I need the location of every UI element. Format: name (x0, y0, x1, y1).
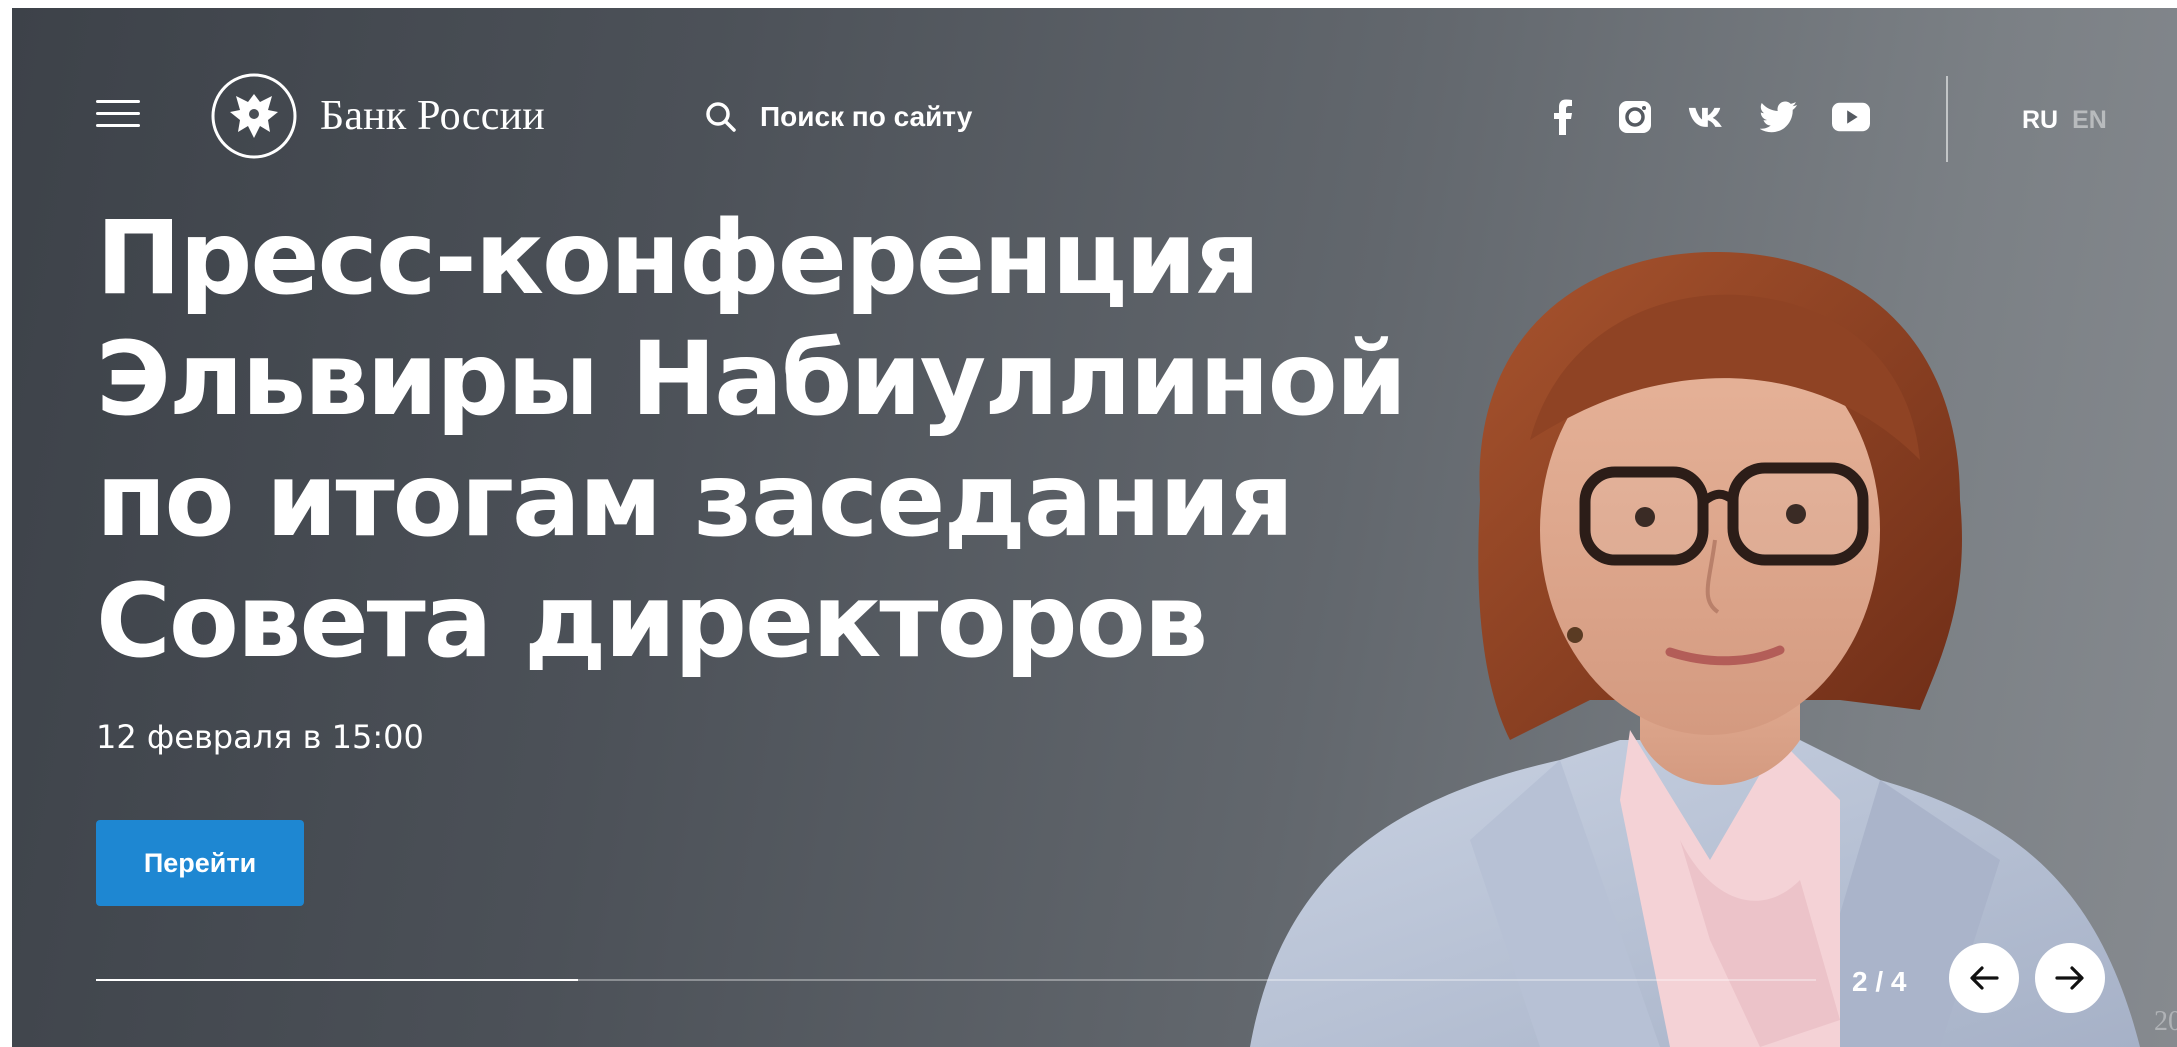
slide-date: 12 февраля в 15:00 (96, 718, 424, 756)
logo[interactable]: Банк России (210, 72, 545, 160)
youtube-icon[interactable] (1832, 98, 1870, 136)
instagram-icon[interactable] (1616, 98, 1654, 136)
language-switcher: RU EN (2022, 106, 2107, 135)
lang-en[interactable]: EN (2072, 106, 2107, 135)
next-slide-button[interactable] (2035, 943, 2105, 1013)
search-icon (706, 102, 736, 132)
search-label: Поиск по сайту (760, 101, 973, 132)
twitter-icon[interactable] (1760, 98, 1798, 136)
facebook-icon[interactable] (1544, 98, 1582, 136)
prev-slide-button[interactable] (1949, 943, 2019, 1013)
slide-progress-fill (96, 979, 578, 981)
menu-icon[interactable] (96, 98, 140, 130)
title-line: Эльвиры Набиуллиной (96, 320, 1407, 439)
vk-icon[interactable] (1688, 98, 1726, 136)
bank-name: Банк России (320, 93, 545, 139)
slide-counter: 2 / 4 (1852, 966, 1907, 997)
speaker-portrait (1250, 251, 2140, 1047)
eagle-emblem-icon (211, 73, 297, 159)
go-button[interactable]: Перейти (96, 820, 304, 906)
lang-ru[interactable]: RU (2022, 106, 2058, 135)
title-line: Совета директоров (96, 562, 1208, 681)
header-divider (1946, 76, 1948, 162)
slide-progress (96, 979, 1816, 981)
hero-slider: Банк России Поиск по сайту RU EN Пресс-к… (12, 8, 2177, 1047)
social-links (1544, 98, 1870, 136)
title-line: Пресс-конференция (96, 199, 1260, 318)
arrow-left-icon (1970, 966, 1999, 990)
search[interactable]: Поиск по сайту (704, 100, 972, 134)
slide-title: Пресс-конференция Эльвиры Набиуллиной по… (96, 198, 1416, 682)
corner-text: 20 (2154, 1006, 2177, 1037)
arrow-right-icon (2055, 966, 2084, 990)
title-line: по итогам заседания (96, 441, 1294, 560)
